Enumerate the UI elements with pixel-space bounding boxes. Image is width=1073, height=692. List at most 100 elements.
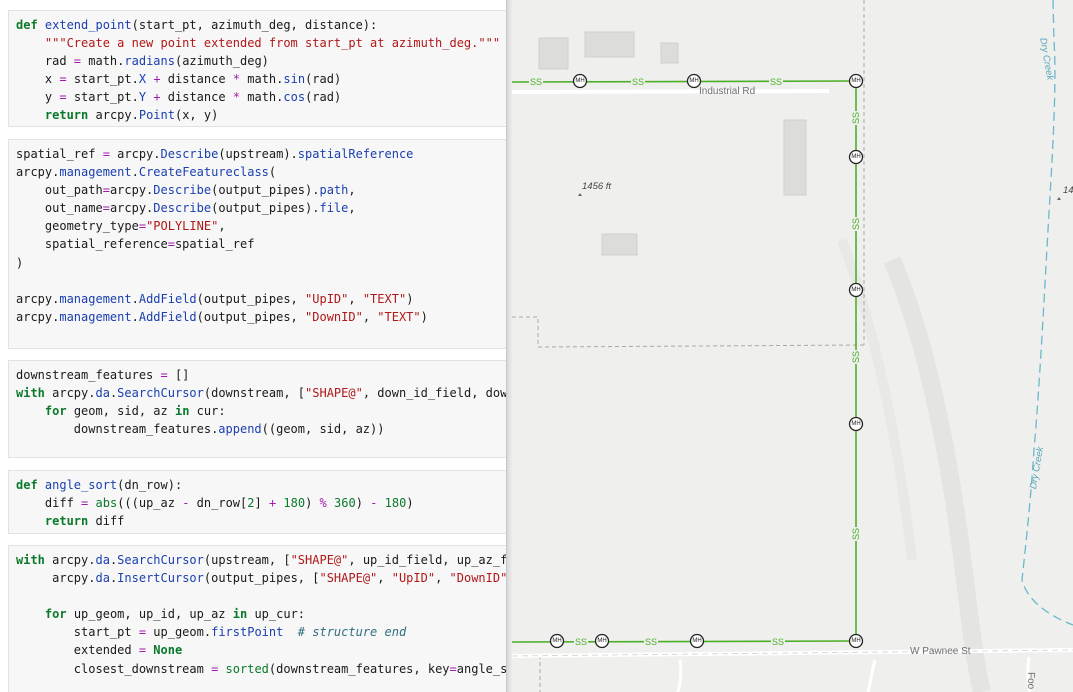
code-line: rad = math.radians(azimuth_deg) xyxy=(16,52,506,70)
code-token: (x, y) xyxy=(174,108,219,123)
sewer-label: SS xyxy=(530,77,542,87)
code-line: return diff xyxy=(16,512,506,530)
code-token: arcpy. xyxy=(109,147,161,161)
code-token: . xyxy=(131,165,139,180)
code-token: , xyxy=(348,183,356,198)
code-token: Point xyxy=(138,108,175,123)
sewer-pipe[interactable] xyxy=(512,80,857,83)
code-token: (upstream). xyxy=(218,147,298,161)
code-token: arcpy. xyxy=(44,386,96,401)
code-token: arcpy. xyxy=(16,291,60,306)
code-token: file xyxy=(319,201,349,216)
code-token: "TEXT" xyxy=(377,309,421,324)
code-token: up_geom. xyxy=(146,625,212,640)
code-token: arcpy. xyxy=(44,553,96,567)
spot-elevation-label: 14 xyxy=(1063,185,1073,196)
code-token: spatial_ref xyxy=(174,237,255,252)
code-token: angle_sort xyxy=(44,478,118,492)
code-line: arcpy.management.CreateFeatureclass( xyxy=(16,163,506,181)
code-token: 360 xyxy=(334,496,356,511)
code-line: for up_geom, up_id, up_az in up_cur: xyxy=(16,605,506,623)
code-token: * xyxy=(232,72,241,87)
code-line: y = start_pt.Y + distance * math.cos(rad… xyxy=(16,88,506,106)
code-token: firstPoint xyxy=(211,625,284,640)
code-token: Y xyxy=(138,90,147,105)
code-cell-main-loop[interactable]: with arcpy.da.SearchCursor(upstream, ["S… xyxy=(8,545,506,692)
code-token: distance xyxy=(160,90,233,105)
code-token: downstream_features. xyxy=(16,422,219,437)
code-token: in xyxy=(174,404,190,419)
code-editor[interactable]: spatial_ref = arcpy.Describe(upstream).s… xyxy=(9,140,506,326)
map-view[interactable]: SS SS SS SS SS SS SS SS SS SS MH MH MH MH MH MH MH MH MH… xyxy=(512,0,1073,692)
code-cell-downstream-features[interactable]: downstream_features = [] with arcpy.da.Se… xyxy=(8,360,506,458)
code-token: y xyxy=(16,90,60,105)
code-editor[interactable]: def extend_point(start_pt, azimuth_deg, … xyxy=(9,11,506,125)
creek-line xyxy=(1021,0,1073,626)
code-token: = xyxy=(449,661,457,676)
code-token: = xyxy=(138,625,147,640)
code-token: return xyxy=(44,108,89,123)
code-line: out_path=arcpy.Describe(output_pipes).pa… xyxy=(16,181,506,199)
code-token: "SHAPE@" xyxy=(290,553,349,567)
manhole-label: MH xyxy=(851,78,860,84)
code-token: arcpy. xyxy=(16,571,96,586)
code-token: "TEXT" xyxy=(362,291,407,306)
code-token: start_pt. xyxy=(66,72,139,87)
manhole-label: MH xyxy=(851,638,860,644)
code-line: return arcpy.Point(x, y) xyxy=(16,106,506,124)
code-cell-extend-point[interactable]: def extend_point(start_pt, azimuth_deg, … xyxy=(8,10,506,127)
code-token: "DownID" xyxy=(305,309,363,324)
code-token: diff xyxy=(88,514,125,529)
code-token: ) xyxy=(16,255,24,270)
manhole-label: MH xyxy=(552,638,561,644)
code-token: , xyxy=(362,309,378,324)
code-token: rad xyxy=(16,54,74,69)
code-token: closest_downstream xyxy=(16,661,212,676)
code-editor[interactable]: downstream_features = [] with arcpy.da.Se… xyxy=(9,361,506,438)
code-token: spatial_reference xyxy=(16,237,168,252)
code-token: + xyxy=(153,72,161,87)
code-token: up_geom, up_id, up_az xyxy=(66,607,233,622)
notebook-panel: def extend_point(start_pt, azimuth_deg, … xyxy=(0,0,506,692)
code-token: arcpy. xyxy=(88,108,139,123)
code-token: (((up_az xyxy=(117,496,183,511)
code-line: x = start_pt.X + distance * math.sin(rad… xyxy=(16,70,506,88)
code-token: (start_pt, azimuth_deg, distance): xyxy=(131,18,378,32)
code-token: abs xyxy=(95,496,118,511)
code-line: with arcpy.da.SearchCursor(downstream, [… xyxy=(16,384,506,402)
code-token: Describe xyxy=(153,201,212,216)
code-cell-create-featureclass[interactable]: spatial_ref = arcpy.Describe(upstream).s… xyxy=(8,139,506,349)
code-editor[interactable]: with arcpy.da.SearchCursor(upstream, ["S… xyxy=(9,546,506,678)
code-line: def extend_point(start_pt, azimuth_deg, … xyxy=(16,16,506,34)
road-label-partial: Foo xyxy=(1025,672,1036,690)
code-token: . xyxy=(131,309,139,324)
code-token: "POLYLINE" xyxy=(146,219,219,234)
code-line: extended = None xyxy=(16,641,506,659)
code-token: ) xyxy=(406,496,414,511)
code-token: downstream_features xyxy=(16,368,161,382)
sewer-label: SS xyxy=(851,112,861,124)
code-cell-angle-sort[interactable]: def angle_sort(dn_row): diff = abs(((up_… xyxy=(8,470,506,534)
code-token: sorted xyxy=(225,661,269,676)
code-token: spatialReference xyxy=(297,147,414,161)
manhole-label: MH xyxy=(851,287,860,293)
code-token: math. xyxy=(240,90,284,105)
code-token: management xyxy=(59,165,132,180)
code-token: SearchCursor xyxy=(117,553,204,567)
code-token: ) xyxy=(305,496,320,511)
code-token: ((geom, sid, az)) xyxy=(261,422,385,437)
code-line: downstream_features = [] xyxy=(16,366,506,384)
code-editor[interactable]: def angle_sort(dn_row): diff = abs(((up_… xyxy=(9,471,506,530)
code-token: geometry_type xyxy=(16,219,139,234)
code-token: ( xyxy=(268,165,277,180)
code-token: (rad) xyxy=(305,90,342,105)
code-token: AddField xyxy=(138,309,197,324)
code-token: (output_pipes, xyxy=(196,309,306,324)
code-token: with xyxy=(16,553,45,567)
